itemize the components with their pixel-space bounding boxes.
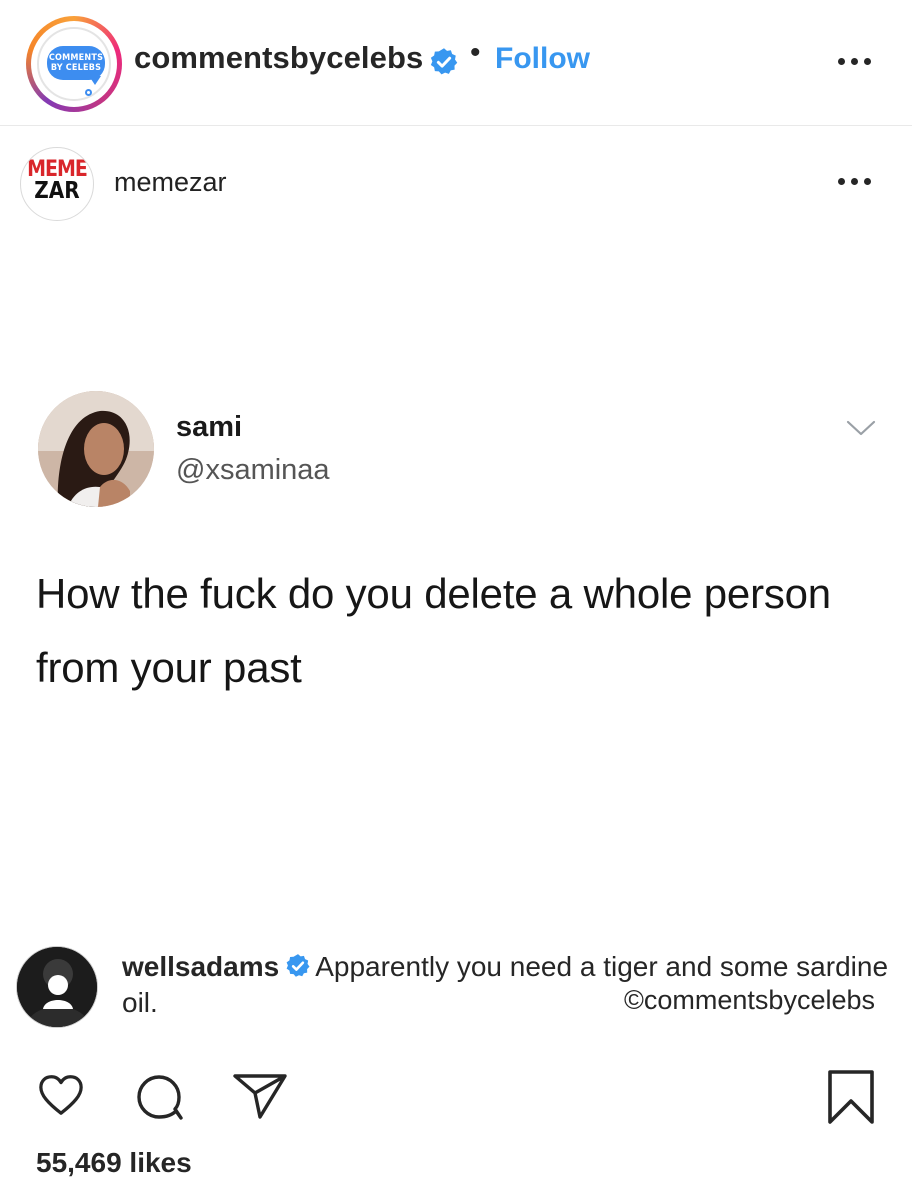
- post-header: COMMENTS BY CELEBS commentsbycelebs • Fo…: [0, 0, 912, 126]
- caption-username[interactable]: wellsadams: [122, 951, 279, 982]
- logo-text-line2: BY CELEBS: [50, 63, 102, 73]
- share-icon[interactable]: [232, 1072, 288, 1120]
- memezar-username: memezar: [114, 167, 227, 197]
- memezar-logo-line2: ZAR: [34, 176, 80, 204]
- tweet-author-name: sami: [176, 411, 243, 443]
- repost-more-icon: [836, 174, 876, 188]
- verified-badge-icon: [430, 48, 458, 75]
- separator-dot: •: [470, 36, 481, 69]
- tweet-text: How the fuck do you delete a whole perso…: [36, 570, 831, 691]
- tweet-author-avatar: [38, 391, 154, 507]
- verified-badge-icon: [286, 954, 310, 977]
- more-options-icon[interactable]: [836, 54, 876, 68]
- profile-photo-icon: [38, 391, 154, 507]
- logo-speech-bubble: COMMENTS BY CELEBS: [47, 46, 105, 80]
- likes-count[interactable]: 55,469 likes: [36, 1147, 192, 1179]
- account-name[interactable]: commentsbycelebs: [134, 40, 423, 76]
- bookmark-icon[interactable]: [826, 1069, 876, 1125]
- heart-icon[interactable]: [38, 1073, 84, 1117]
- logo-text-line1: COMMENTS: [48, 53, 104, 63]
- memezar-avatar: MEME ZAR: [20, 147, 94, 221]
- caption-credit: ©commentsbycelebs: [624, 985, 875, 1015]
- post-image[interactable]: MEME ZAR memezar sami @xsaminaa How the …: [0, 127, 912, 917]
- account-avatar[interactable]: COMMENTS BY CELEBS: [26, 16, 122, 112]
- comments-by-celebs-logo: COMMENTS BY CELEBS: [37, 27, 111, 101]
- commenter-avatar[interactable]: [16, 946, 98, 1028]
- comment-icon[interactable]: [136, 1073, 184, 1121]
- tweet-author-handle: @xsaminaa: [176, 454, 330, 486]
- chevron-down-icon: [846, 420, 876, 436]
- follow-button[interactable]: Follow: [495, 42, 590, 76]
- profile-photo-icon: [17, 947, 97, 1027]
